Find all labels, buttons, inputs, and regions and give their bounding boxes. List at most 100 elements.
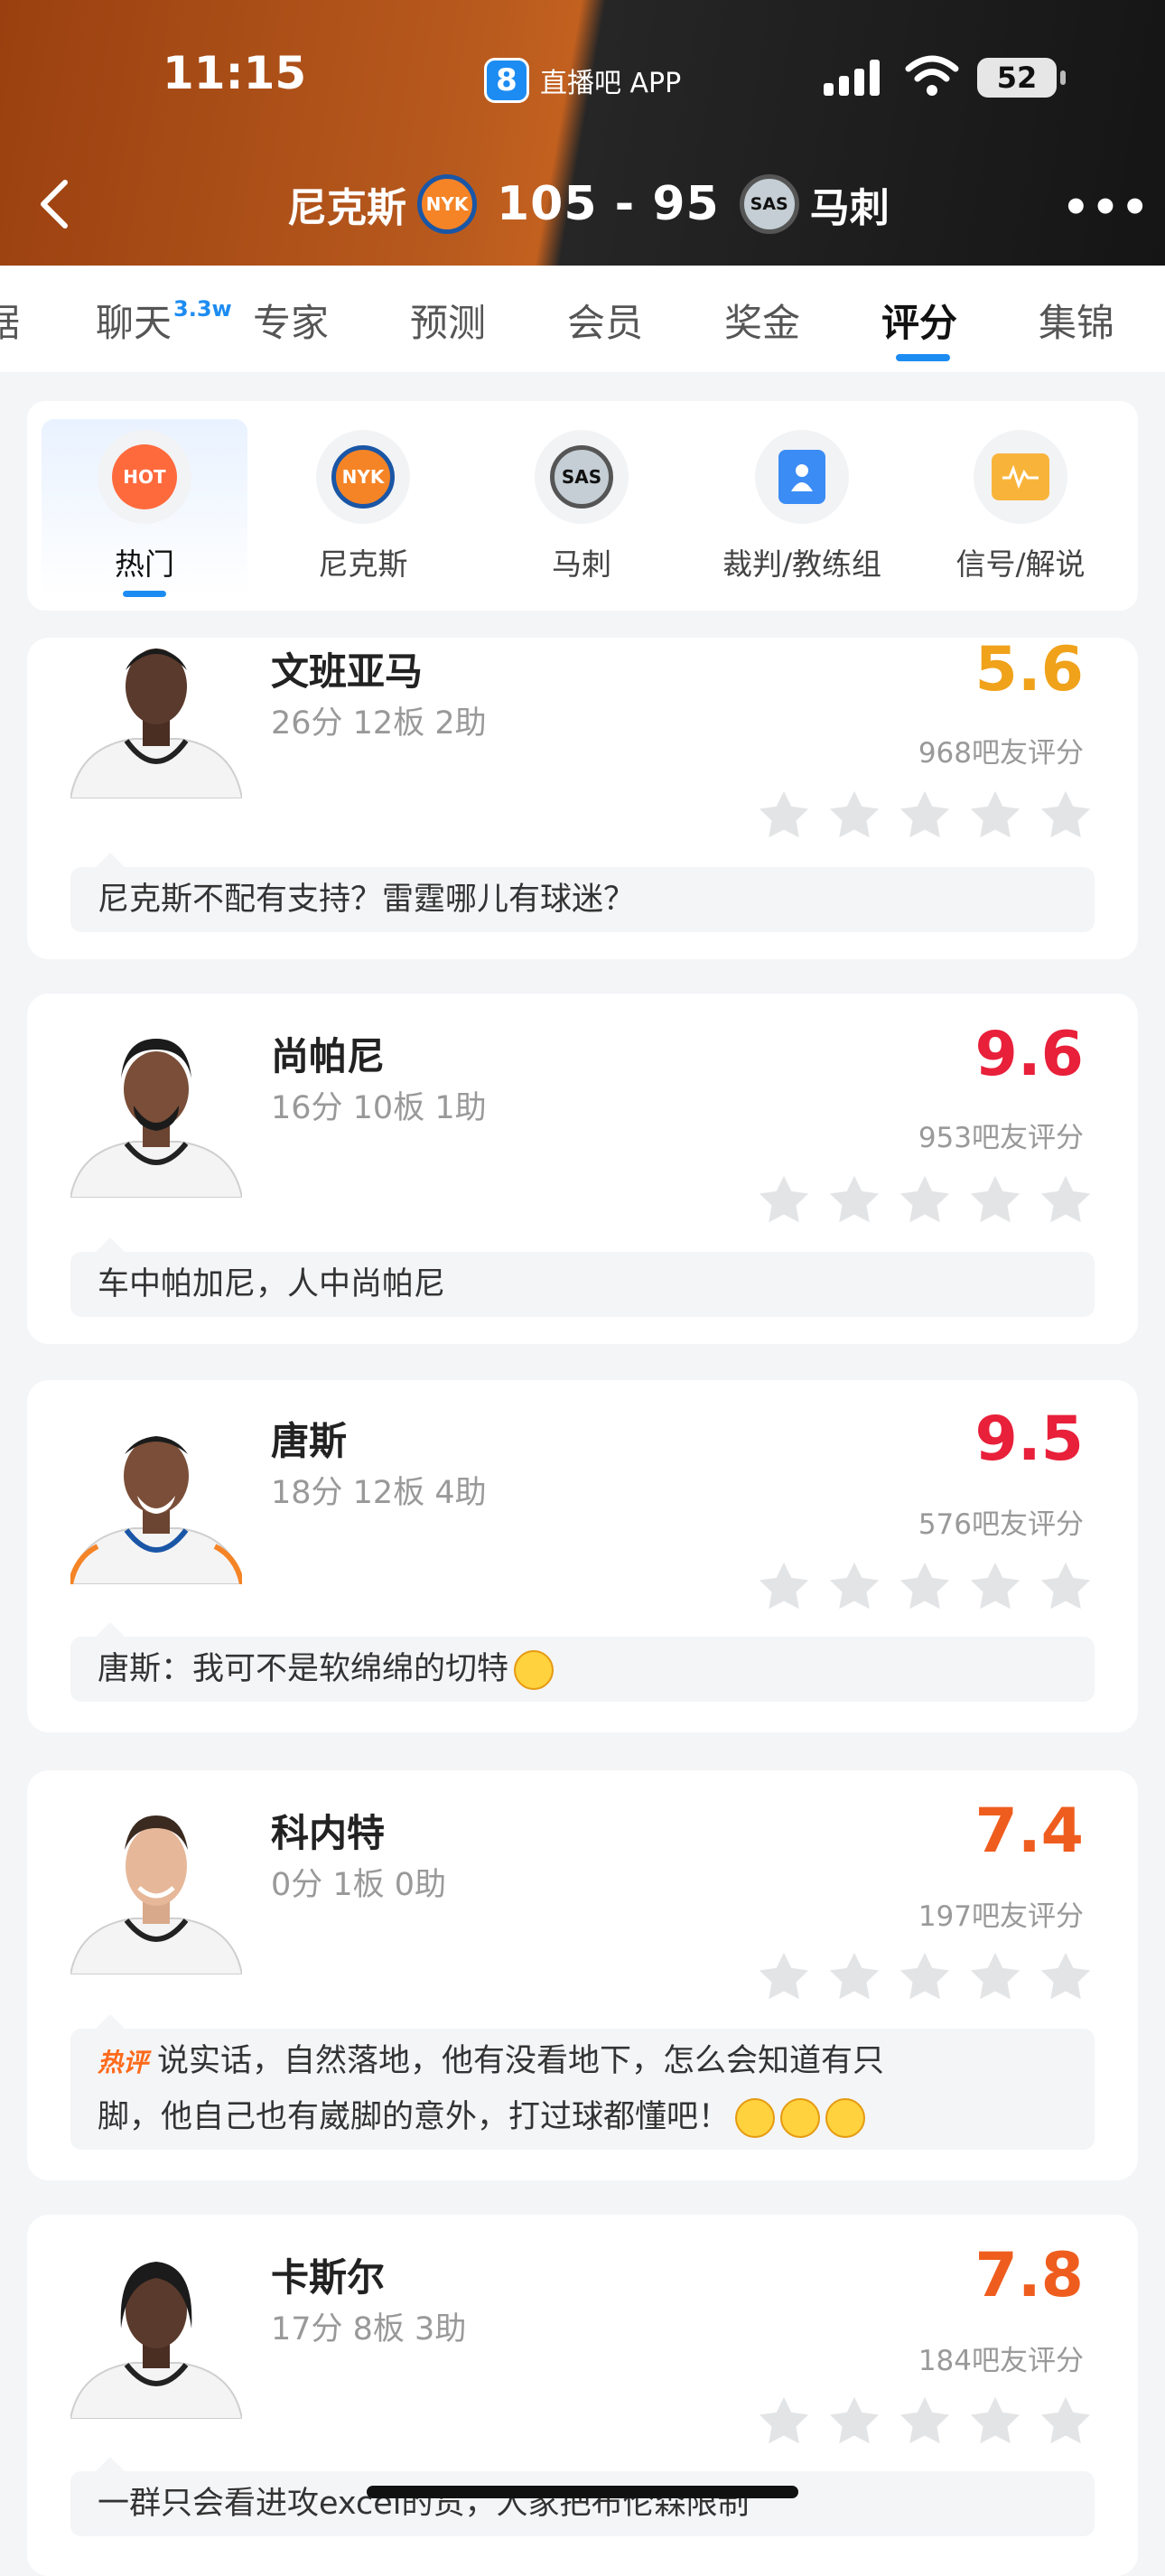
star-icon[interactable] xyxy=(755,788,813,844)
player-card[interactable]: 文班亚马 26分 12板 2助 5.6 968吧友评分 尼克斯不配有支持？雷霆哪… xyxy=(27,638,1138,959)
tab-prize[interactable]: 奖金 xyxy=(724,293,800,348)
referee-badge-icon xyxy=(778,450,825,504)
rating-count: 968吧友评分 xyxy=(918,737,1084,770)
star-icon[interactable] xyxy=(896,1559,954,1615)
star-icon[interactable] xyxy=(825,788,883,844)
scoreboard: 尼克斯 NYK 105 - 95 SAS 马刺 xyxy=(287,168,890,240)
player-stats: 0分 1板 0助 xyxy=(271,1867,447,1903)
more-options-icon[interactable]: ••• xyxy=(1062,182,1151,233)
wifi-icon xyxy=(905,55,959,96)
spurs-logo-icon: SAS xyxy=(739,174,799,234)
category-signal-commentary[interactable]: 信号/解说 xyxy=(918,419,1123,596)
star-icon[interactable] xyxy=(966,1172,1024,1228)
player-avatar xyxy=(70,1039,242,1198)
category-spurs[interactable]: SAS 马刺 xyxy=(479,419,685,596)
star-rating-input[interactable] xyxy=(742,1559,1095,1615)
category-label: 热门 xyxy=(115,546,174,582)
star-icon[interactable] xyxy=(896,2394,954,2450)
star-icon[interactable] xyxy=(896,1949,954,2005)
star-icon[interactable] xyxy=(1037,788,1095,844)
tab-chat-label: 聊天 xyxy=(96,301,172,345)
tab-bar: 据 聊天3.3w 专家 预测 会员 奖金 评分 集锦 xyxy=(0,266,1165,372)
category-hot[interactable]: HOT 热门 xyxy=(42,419,247,597)
player-card[interactable]: 尚帕尼 16分 10板 1助 9.6 953吧友评分 车中帕加尼，人中尚帕尼 xyxy=(27,994,1138,1344)
player-card[interactable]: 科内特 0分 1板 0助 7.4 197吧友评分 热评 说实话，自然落地，他有没看… xyxy=(27,1770,1138,2180)
back-arrow-icon[interactable] xyxy=(36,177,72,231)
emoji-icon xyxy=(514,1650,555,1690)
star-icon[interactable] xyxy=(825,1949,883,2005)
knicks-logo-icon: NYK xyxy=(316,430,410,524)
star-icon[interactable] xyxy=(755,1949,813,2005)
star-icon[interactable] xyxy=(1037,2394,1095,2450)
star-icon[interactable] xyxy=(1037,1559,1095,1615)
star-rating-input[interactable] xyxy=(742,1172,1095,1228)
top-comment[interactable]: 热评 说实话，自然落地，他有没看地下，怎么会知道有只 脚，他自己也有崴脚的意外，打… xyxy=(70,2014,1095,2150)
comment-text: 脚，他自己也有崴脚的意外，打过球都懂吧！ xyxy=(98,2099,731,2135)
star-icon[interactable] xyxy=(1037,1949,1095,2005)
star-rating-input[interactable] xyxy=(742,1949,1095,2005)
star-icon[interactable] xyxy=(755,1559,813,1615)
rating-count: 576吧友评分 xyxy=(918,1508,1084,1541)
star-icon[interactable] xyxy=(1037,1172,1095,1228)
player-name: 唐斯 xyxy=(271,1419,348,1463)
away-team-name: 马刺 xyxy=(809,185,890,231)
hot-icon: HOT xyxy=(98,430,191,524)
app-indicator[interactable]: 8 直播吧 APP xyxy=(484,56,681,105)
tab-ratings[interactable]: 评分 xyxy=(881,293,957,348)
active-category-indicator xyxy=(123,591,166,597)
star-icon[interactable] xyxy=(966,1559,1024,1615)
player-name: 卡斯尔 xyxy=(271,2255,386,2300)
app-logo-icon: 8 xyxy=(484,58,529,103)
home-indicator[interactable] xyxy=(367,2486,798,2498)
star-icon[interactable] xyxy=(966,1949,1024,2005)
tab-highlights[interactable]: 集锦 xyxy=(1039,293,1114,348)
star-icon[interactable] xyxy=(755,1172,813,1228)
star-rating-input[interactable] xyxy=(742,2394,1095,2450)
tab-experts[interactable]: 专家 xyxy=(253,293,329,348)
knicks-logo-icon: NYK xyxy=(417,174,477,234)
top-comment[interactable]: 车中帕加尼，人中尚帕尼 xyxy=(70,1237,1095,1317)
cellular-signal-icon xyxy=(824,56,885,96)
laughing-emoji-icon xyxy=(780,2098,821,2138)
rating-count: 197吧友评分 xyxy=(918,1900,1084,1933)
star-icon[interactable] xyxy=(825,1172,883,1228)
game-score: 105 - 95 xyxy=(497,177,720,231)
star-icon[interactable] xyxy=(825,1559,883,1615)
star-rating-input[interactable] xyxy=(742,788,1095,844)
star-icon[interactable] xyxy=(896,788,954,844)
category-label: 尼克斯 xyxy=(318,546,408,582)
top-comment[interactable]: 一群只会看进攻excel的货，人家把布伦森限制 xyxy=(70,2457,1095,2536)
knicks-mini-logo: NYK xyxy=(331,445,395,509)
signal-wave-icon xyxy=(992,453,1049,500)
rating-count: 184吧友评分 xyxy=(918,2345,1084,2377)
star-icon[interactable] xyxy=(966,788,1024,844)
top-comment[interactable]: 唐斯：我可不是软绵绵的切特 xyxy=(70,1622,1095,1702)
player-card[interactable]: 唐斯 18分 12板 4助 9.5 576吧友评分 唐斯：我可不是软绵绵的切特 xyxy=(27,1380,1138,1732)
comment-line-2: 脚，他自己也有崴脚的意外，打过球都懂吧！ xyxy=(98,2090,1067,2144)
star-icon[interactable] xyxy=(755,2394,813,2450)
player-card[interactable]: 卡斯尔 17分 8板 3助 7.8 184吧友评分 一群只会看进攻excel的货… xyxy=(27,2215,1138,2576)
hot-badge: HOT xyxy=(112,444,177,509)
tab-data[interactable]: 据 xyxy=(0,293,20,348)
camera-signal-icon xyxy=(974,430,1067,524)
spurs-logo-icon: SAS xyxy=(535,430,629,524)
laughing-emoji-icon xyxy=(825,2098,866,2138)
tab-membership[interactable]: 会员 xyxy=(567,293,643,348)
category-label: 信号/解说 xyxy=(955,546,1086,582)
category-referees-coaches[interactable]: 裁判/教练组 xyxy=(699,419,905,596)
status-time: 11:15 xyxy=(163,47,307,99)
hot-comment-tag: 热评 xyxy=(98,2048,149,2077)
spurs-mini-logo: SAS xyxy=(550,445,613,509)
player-stats: 17分 8板 3助 xyxy=(271,2311,467,2347)
top-comment[interactable]: 尼克斯不配有支持？雷霆哪儿有球迷？ xyxy=(70,853,1095,932)
star-icon[interactable] xyxy=(896,1172,954,1228)
category-knicks[interactable]: NYK 尼克斯 xyxy=(260,419,466,596)
tab-predictions[interactable]: 预测 xyxy=(410,293,486,348)
comment-text: 说实话，自然落地，他有没看地下，怎么会知道有只 xyxy=(157,2043,885,2079)
star-icon[interactable] xyxy=(966,2394,1024,2450)
rating-count: 953吧友评分 xyxy=(918,1122,1084,1154)
star-icon[interactable] xyxy=(825,2394,883,2450)
player-stats: 18分 12板 4助 xyxy=(271,1475,487,1511)
home-team-name: 尼克斯 xyxy=(287,185,406,231)
tab-chat[interactable]: 聊天3.3w xyxy=(96,293,232,348)
